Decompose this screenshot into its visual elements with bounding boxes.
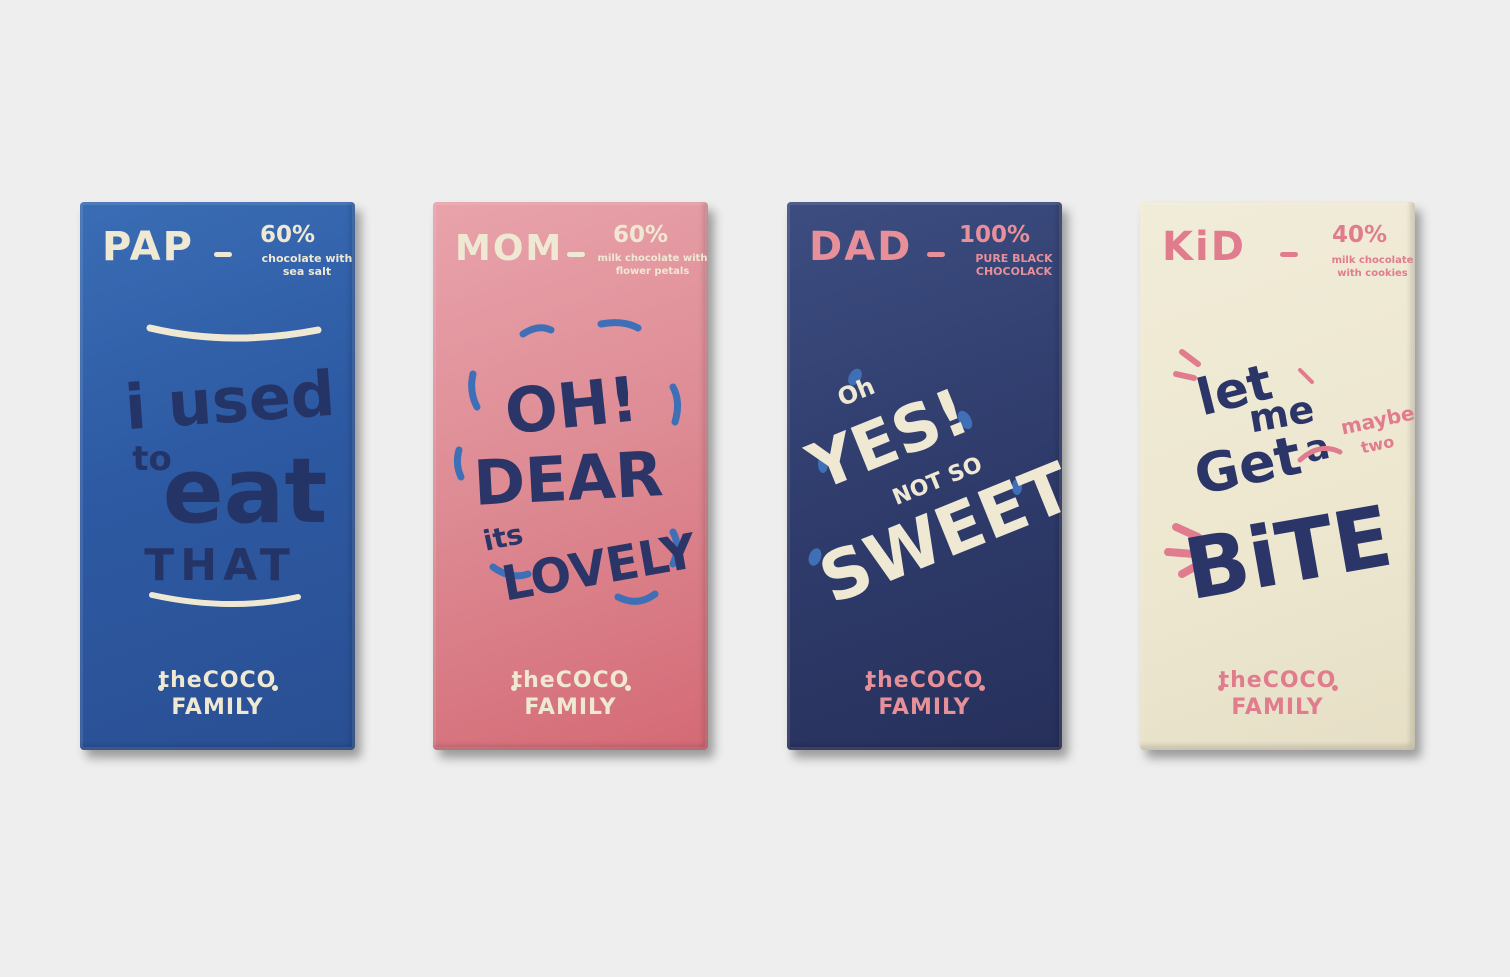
brand-logo: theCOCO FAMILY [80,664,355,734]
art-word-1: OH! [501,362,641,448]
art-word-2: DEAR [472,437,665,520]
accent-stroke [597,319,642,332]
chocolate-bar-dad: DAD 100% PURE BLACK CHOCOLACK Oh YES! NO… [787,202,1062,750]
brand-logo: theCOCO FAMILY [787,664,1062,734]
accent-stroke [468,370,481,411]
art-word-3: Get [1189,424,1307,508]
brand-line-1: theCOCO [1218,668,1337,693]
accent-stroke [1298,368,1314,384]
art-word-4: THAT [144,540,296,591]
accent-stroke [669,383,682,426]
brand-line-2: FAMILY [524,695,617,720]
chocolate-bar-kid: KiD 40% milk chocolate with cookies let … [1140,202,1415,750]
art-word-6: two [1359,432,1396,458]
brand-line-1: theCOCO [158,668,277,693]
accent-stroke [453,446,465,481]
brand-line-1: theCOCO [865,668,984,693]
art-word-3: eat [163,439,328,544]
swoosh-top [146,324,322,342]
brand-line-2: FAMILY [171,695,264,720]
accent-stroke [1179,349,1201,367]
art-word-7: BiTE [1177,487,1398,620]
chocolate-bar-mom: MOM 60% milk chocolate with flower petal… [433,202,708,750]
art-word-3: its [480,517,526,558]
art-word-1: Oh [833,372,878,412]
accent-stroke [519,324,555,338]
brand-line-1: theCOCO [511,668,630,693]
brand-logo: theCOCO FAMILY [1140,664,1415,734]
brand-logo: theCOCO FAMILY [433,664,708,734]
art-word-1: i used [122,357,337,444]
art-word-4: LOVELY [498,523,702,612]
swoosh-bottom [149,592,301,608]
chocolate-bar-pap: PAP 60% chocolate with sea salt i used t… [80,202,355,750]
brand-line-2: FAMILY [878,695,971,720]
accent-stroke [614,590,659,605]
brand-line-2: FAMILY [1231,695,1324,720]
art-word-5: maybe [1339,401,1415,440]
